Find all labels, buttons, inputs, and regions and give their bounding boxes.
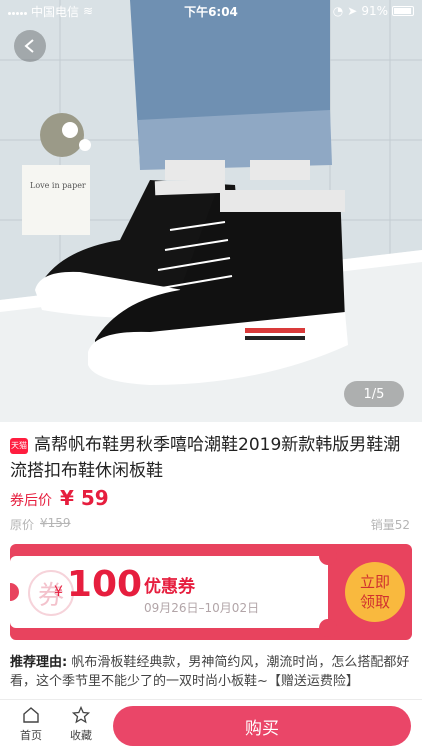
star-icon: [72, 706, 90, 724]
claim-coupon-button[interactable]: 立即 领取: [345, 562, 405, 622]
image-pager: 1/5: [344, 381, 404, 407]
coupon-card[interactable]: 券 ¥ 100 优惠券 09月26日–10月02日 立即领取: [10, 544, 412, 640]
coupon-value: 100: [66, 564, 143, 605]
price-value: ¥ 59: [60, 486, 109, 510]
coupon-label: 优惠券: [144, 577, 195, 597]
coupon-notch: [319, 547, 337, 565]
price-row: 券后价 ¥ 59: [10, 486, 109, 510]
coupon-date-range: 09月26日–10月02日: [144, 601, 260, 615]
recommendation: 推荐理由: 帆布滑板鞋经典款，男神简约风，潮流时尚，怎么搭配都好看，这个季节里不…: [10, 653, 414, 691]
battery-icon: [392, 6, 414, 16]
svg-text:Love in paper: Love in paper: [30, 181, 86, 190]
home-icon: [23, 707, 39, 723]
claim-line1: 立即: [359, 573, 390, 591]
coupon-yen: ¥: [54, 584, 63, 600]
coupon-notch: [319, 619, 337, 637]
back-arrow-icon: [24, 39, 34, 53]
tmall-badge: 天猫: [10, 438, 28, 454]
recommendation-text: 帆布滑板鞋经典款，男神简约风，潮流时尚，怎么搭配都好看，这个季节里不能少了的一双…: [10, 655, 410, 689]
original-price-label: 原价: [10, 518, 35, 532]
tab-home[interactable]: 首页: [6, 706, 56, 743]
product-title: 天猫 高帮帆布鞋男秋季嘻哈潮鞋2019新款韩版男鞋潮流搭扣布鞋休闲板鞋: [10, 432, 412, 484]
tab-home-label: 首页: [20, 729, 42, 742]
sales-count: 销量52: [370, 518, 410, 532]
status-time: 下午6:04: [184, 4, 238, 19]
bottom-bar: 首页 收藏 购买: [0, 699, 422, 750]
original-price: ¥159: [40, 516, 71, 530]
product-title-text: 高帮帆布鞋男秋季嘻哈潮鞋2019新款韩版男鞋潮流搭扣布鞋休闲板鞋: [10, 435, 401, 481]
price-label: 券后价: [10, 493, 52, 509]
tab-favorite-label: 收藏: [70, 729, 92, 742]
original-price-row: 原价 ¥159: [10, 516, 71, 533]
product-photo: Love in paper: [0, 0, 422, 422]
back-button[interactable]: [14, 30, 46, 62]
status-bar: 中国电信 ≋ 下午6:04 ◔ ➤ 91%: [0, 0, 422, 22]
recommendation-label: 推荐理由:: [10, 655, 68, 670]
product-image-carousel[interactable]: Love in paper: [0, 0, 422, 422]
coupon-amount: ¥ 100: [54, 564, 142, 605]
buy-button[interactable]: 购买: [113, 706, 411, 746]
claim-line2: 领取: [359, 593, 390, 611]
tab-favorite[interactable]: 收藏: [56, 706, 106, 743]
coupon-body: 券 ¥ 100 优惠券 09月26日–10月02日: [10, 556, 328, 628]
